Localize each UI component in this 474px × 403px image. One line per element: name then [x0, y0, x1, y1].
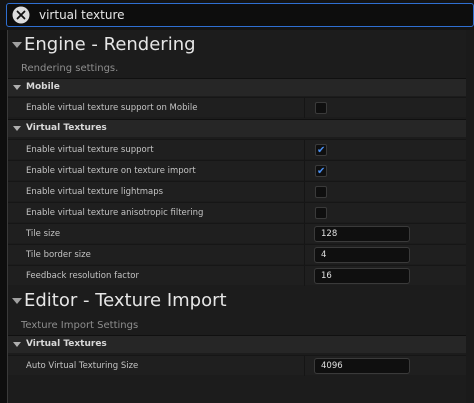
- input-value: 16: [321, 271, 332, 281]
- check-icon: ✔: [317, 166, 326, 177]
- setting-label: Enable virtual texture anisotropic filte…: [26, 208, 204, 218]
- chevron-down-icon[interactable]: [12, 298, 22, 304]
- setting-row: Enable virtual texture on texture import…: [8, 160, 466, 181]
- mobile-vt-checkbox[interactable]: [315, 102, 327, 114]
- vt-support-checkbox[interactable]: ✔: [315, 144, 327, 156]
- section-editor-texture-import[interactable]: Editor - Texture Import: [8, 286, 466, 318]
- section-title: Editor - Texture Import: [24, 290, 227, 311]
- setting-label: Enable virtual texture support on Mobile: [26, 103, 198, 113]
- tile-border-size-input[interactable]: 4: [314, 247, 410, 263]
- setting-label: Enable virtual texture support: [26, 145, 154, 155]
- column-divider: [304, 245, 305, 265]
- section-engine-rendering[interactable]: Engine - Rendering: [8, 30, 466, 62]
- scrollbar[interactable]: [466, 30, 474, 403]
- feedback-resolution-input[interactable]: 16: [314, 268, 410, 284]
- triangle-down-icon[interactable]: [13, 85, 21, 90]
- column-divider: [304, 182, 305, 202]
- setting-row: Auto Virtual Texturing Size 4096: [8, 355, 466, 376]
- close-icon[interactable]: [12, 6, 30, 24]
- input-value: 128: [321, 229, 338, 239]
- check-icon: ✔: [317, 145, 326, 156]
- setting-row: Tile border size 4: [8, 244, 466, 265]
- section-subtitle: Texture Import Settings: [21, 320, 139, 331]
- column-divider: [304, 203, 305, 223]
- setting-row: Tile size 128: [8, 223, 466, 244]
- triangle-down-icon[interactable]: [13, 342, 21, 347]
- search-input[interactable]: virtual texture: [39, 8, 125, 22]
- category-virtual-textures[interactable]: Virtual Textures: [8, 335, 466, 353]
- setting-row: Enable virtual texture support ✔: [8, 139, 466, 160]
- search-bar[interactable]: virtual texture: [6, 3, 474, 27]
- category-label: Virtual Textures: [26, 123, 107, 133]
- column-divider: [304, 356, 305, 376]
- category-label: Virtual Textures: [26, 339, 107, 349]
- vt-anisotropic-checkbox[interactable]: [315, 207, 327, 219]
- setting-row: Enable virtual texture anisotropic filte…: [8, 202, 466, 223]
- setting-row: Enable virtual texture support on Mobile: [8, 97, 466, 118]
- triangle-down-icon[interactable]: [13, 126, 21, 131]
- setting-label: Enable virtual texture lightmaps: [26, 187, 164, 197]
- category-virtual-textures[interactable]: Virtual Textures: [8, 119, 466, 137]
- setting-label: Feedback resolution factor: [26, 271, 139, 281]
- column-divider: [304, 161, 305, 181]
- setting-label: Tile border size: [26, 250, 91, 260]
- column-divider: [304, 224, 305, 244]
- section-title: Engine - Rendering: [24, 34, 196, 55]
- column-divider: [304, 140, 305, 160]
- category-label: Mobile: [26, 82, 60, 92]
- chevron-down-icon[interactable]: [12, 42, 22, 48]
- input-value: 4: [321, 250, 327, 260]
- vt-import-checkbox[interactable]: ✔: [315, 165, 327, 177]
- category-mobile[interactable]: Mobile: [8, 78, 466, 96]
- auto-vt-size-input[interactable]: 4096: [314, 358, 410, 374]
- setting-row: Enable virtual texture lightmaps: [8, 181, 466, 202]
- section-subtitle: Rendering settings.: [21, 63, 119, 74]
- setting-label: Auto Virtual Texturing Size: [26, 361, 139, 371]
- column-divider: [304, 266, 305, 286]
- setting-row: Feedback resolution factor 16: [8, 265, 466, 286]
- input-value: 4096: [321, 361, 343, 371]
- vt-lightmaps-checkbox[interactable]: [315, 186, 327, 198]
- tile-size-input[interactable]: 128: [314, 226, 410, 242]
- setting-label: Enable virtual texture on texture import: [26, 166, 196, 176]
- settings-panel: Engine - Rendering Rendering settings. M…: [8, 30, 466, 403]
- column-divider: [304, 98, 305, 118]
- setting-label: Tile size: [26, 229, 61, 239]
